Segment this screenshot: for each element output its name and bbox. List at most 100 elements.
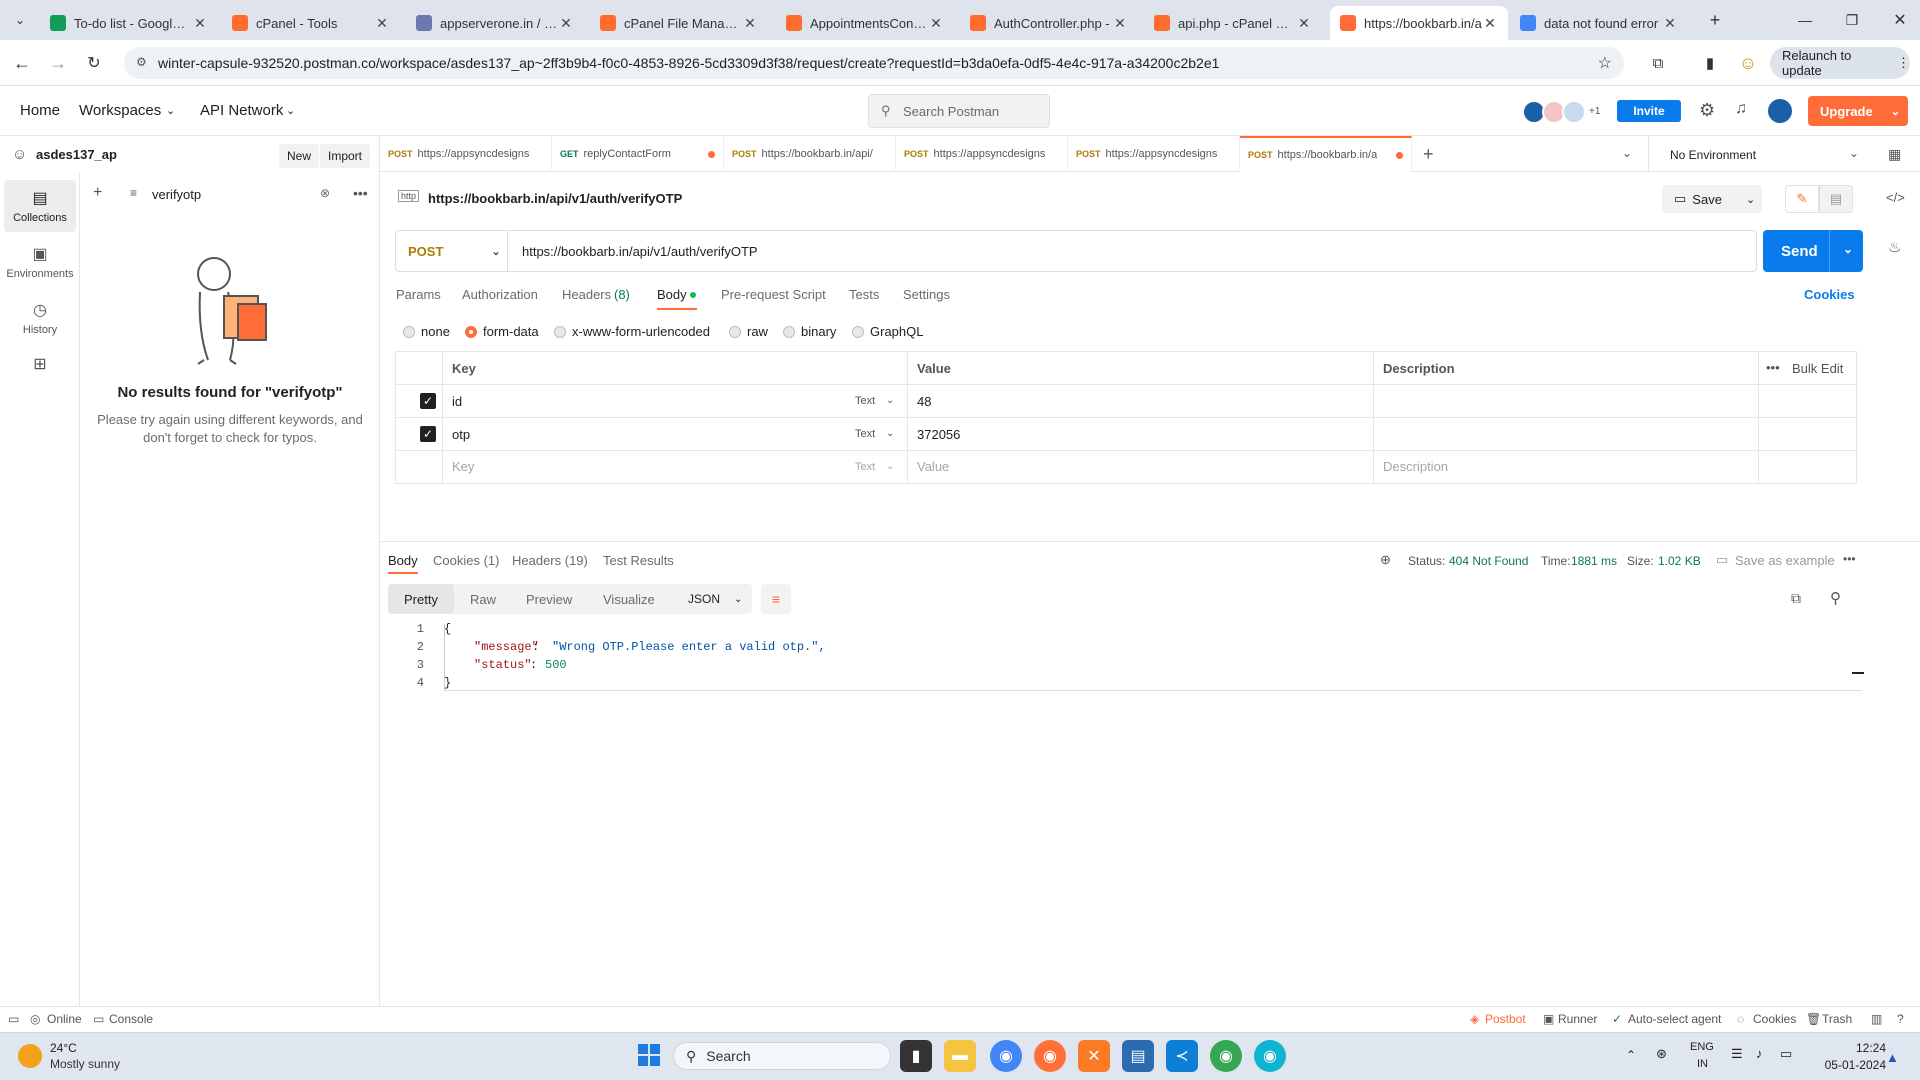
show-hidden-icons[interactable]: ⌃ bbox=[1626, 1048, 1636, 1062]
new-tab-icon[interactable]: + bbox=[1703, 8, 1727, 32]
search-postman-input[interactable]: ⚲ Search Postman bbox=[868, 94, 1050, 128]
filter-input[interactable]: verifyotp bbox=[152, 187, 201, 202]
clear-filter-icon[interactable]: ⊗ bbox=[320, 186, 330, 200]
code-icon[interactable]: </> bbox=[1886, 190, 1905, 205]
battery-icon[interactable]: ▭ bbox=[1780, 1046, 1792, 1062]
row-enabled-checkbox[interactable]: ✓ bbox=[420, 426, 436, 442]
online-status[interactable]: Online bbox=[47, 1012, 82, 1026]
taskbar-search-box[interactable]: ⚲ Search bbox=[673, 1042, 891, 1070]
row-value[interactable]: 372056 bbox=[917, 427, 960, 442]
format-select[interactable]: JSON ⌄ bbox=[677, 584, 752, 614]
workspace-name[interactable]: asdes137_ap bbox=[36, 147, 117, 162]
browser-tab[interactable]: cPanel - Tools ✕ bbox=[222, 6, 400, 40]
wrap-lines-icon[interactable]: ≡ bbox=[761, 584, 791, 614]
invite-button[interactable]: Invite bbox=[1617, 100, 1681, 122]
clock-date[interactable]: 05-01-2024 bbox=[1816, 1058, 1886, 1072]
url-omnibox[interactable]: ⚙ winter-capsule-932520.postman.co/works… bbox=[124, 47, 1624, 79]
notepad-icon[interactable]: ▤ bbox=[1122, 1040, 1154, 1072]
reload-icon[interactable]: ↻ bbox=[82, 51, 106, 75]
forward-icon[interactable]: → bbox=[46, 51, 70, 75]
nav-home[interactable]: Home bbox=[20, 102, 60, 119]
response-tab-headers[interactable]: Headers (19) bbox=[512, 553, 588, 568]
browser-tab[interactable]: https://bookbarb.in/a ✕ bbox=[1330, 6, 1508, 40]
extensions-icon[interactable]: ⧉ bbox=[1646, 51, 1670, 75]
console-button[interactable]: Console bbox=[109, 1012, 153, 1026]
wifi-icon[interactable]: ☰ bbox=[1731, 1046, 1743, 1062]
language-region[interactable]: IN bbox=[1697, 1058, 1708, 1070]
close-tab-icon[interactable]: ✕ bbox=[192, 15, 208, 32]
tab-authorization[interactable]: Authorization bbox=[462, 287, 538, 302]
tab-overflow-chevron-icon[interactable]: ⌄ bbox=[1622, 146, 1632, 160]
request-tab[interactable]: POST https://appsyncdesigns bbox=[1068, 136, 1240, 172]
new-request-tab-icon[interactable]: + bbox=[1423, 144, 1434, 165]
close-tab-icon[interactable]: ✕ bbox=[928, 15, 944, 32]
response-tab-cookies[interactable]: Cookies (1) bbox=[433, 553, 499, 568]
chrome-icon[interactable]: ◉ bbox=[990, 1040, 1022, 1072]
radio-raw[interactable]: raw bbox=[729, 324, 768, 339]
layout-icon[interactable]: ▥ bbox=[1871, 1012, 1882, 1026]
scrollbar-marker[interactable] bbox=[1852, 672, 1864, 674]
tab-body[interactable]: Body bbox=[657, 287, 687, 302]
task-view-icon[interactable]: ▮ bbox=[900, 1040, 932, 1072]
row-type-select[interactable]: Text bbox=[855, 395, 875, 407]
vscode-icon[interactable]: ≺ bbox=[1166, 1040, 1198, 1072]
new-button[interactable]: New bbox=[279, 144, 320, 168]
cookies-button[interactable]: Cookies bbox=[1753, 1012, 1796, 1026]
search-icon[interactable]: ⚲ bbox=[1830, 589, 1841, 607]
radio-none[interactable]: none bbox=[403, 324, 450, 339]
comments-icon[interactable]: ▤ bbox=[1819, 185, 1853, 213]
postbot-button[interactable]: Postbot bbox=[1485, 1012, 1526, 1026]
close-tab-icon[interactable]: ✕ bbox=[558, 15, 574, 32]
browser-tab[interactable]: appserverone.in / loc ✕ bbox=[406, 6, 584, 40]
new-type-select[interactable]: Text bbox=[855, 461, 875, 473]
network-tray-icon[interactable]: ⊛ bbox=[1656, 1046, 1667, 1062]
notification-bell-icon[interactable]: ♫ bbox=[1735, 100, 1747, 118]
view-visualize[interactable]: Visualize bbox=[603, 592, 655, 607]
weather-description[interactable]: Mostly sunny bbox=[50, 1057, 120, 1071]
browser-tab[interactable]: AuthController.php - ✕ bbox=[960, 6, 1138, 40]
request-tab[interactable]: GET replyContactForm bbox=[552, 136, 724, 172]
row-key[interactable]: otp bbox=[452, 427, 470, 442]
cookies-link[interactable]: Cookies bbox=[1804, 287, 1855, 302]
settings-gear-icon[interactable]: ⚙ bbox=[1699, 100, 1715, 121]
network-globe-icon[interactable]: ⊕ bbox=[1380, 552, 1391, 568]
avatar[interactable] bbox=[1562, 100, 1586, 124]
profile-emoji-icon[interactable]: ☺ bbox=[1736, 51, 1760, 75]
tab-settings[interactable]: Settings bbox=[903, 287, 950, 302]
send-button[interactable]: Send ⌄ bbox=[1763, 230, 1863, 272]
row-type-select[interactable]: Text bbox=[855, 428, 875, 440]
tab-headers[interactable]: Headers bbox=[562, 287, 611, 302]
close-tab-icon[interactable]: ✕ bbox=[1112, 15, 1128, 32]
row-value[interactable]: 48 bbox=[917, 394, 931, 409]
new-value-placeholder[interactable]: Value bbox=[917, 459, 949, 474]
import-button[interactable]: Import bbox=[320, 144, 371, 168]
tab-tests[interactable]: Tests bbox=[849, 287, 879, 302]
response-body-editor[interactable] bbox=[380, 620, 1862, 1000]
method-select[interactable]: POST ⌄ bbox=[396, 231, 508, 271]
upgrade-button[interactable]: Upgrade ⌄ bbox=[1808, 96, 1908, 126]
close-tab-icon[interactable]: ✕ bbox=[1482, 15, 1498, 32]
radio-urlencoded[interactable]: x-www-form-urlencoded bbox=[554, 324, 710, 339]
weather-temp[interactable]: 24°C bbox=[50, 1041, 77, 1055]
notification-icon[interactable]: ▲ bbox=[1886, 1050, 1899, 1065]
close-tab-icon[interactable]: ✕ bbox=[1296, 15, 1312, 32]
browser-tab[interactable]: AppointmentsContro ✕ bbox=[776, 6, 954, 40]
tab-search-icon[interactable]: ⌄ bbox=[8, 8, 32, 32]
maximize-icon[interactable]: ❐ bbox=[1840, 8, 1864, 32]
firefox-icon[interactable]: ◉ bbox=[1034, 1040, 1066, 1072]
nav-api-network[interactable]: API Network bbox=[200, 102, 283, 119]
view-raw[interactable]: Raw bbox=[470, 592, 496, 607]
close-window-icon[interactable]: ✕ bbox=[1888, 8, 1912, 32]
radio-binary[interactable]: binary bbox=[783, 324, 836, 339]
size-value[interactable]: 1.02 KB bbox=[1658, 554, 1701, 568]
save-as-example-button[interactable]: Save as example bbox=[1735, 553, 1835, 568]
toggle-sidebar-icon[interactable]: ▭ bbox=[8, 1012, 19, 1026]
view-preview[interactable]: Preview bbox=[526, 592, 572, 607]
view-pretty[interactable]: Pretty bbox=[404, 592, 438, 607]
nav-workspaces[interactable]: Workspaces bbox=[79, 102, 161, 119]
browser-tab[interactable]: api.php - cPanel File ✕ bbox=[1144, 6, 1322, 40]
request-tab[interactable]: POST https://bookbarb.in/api/ bbox=[724, 136, 896, 172]
add-collection-icon[interactable]: + bbox=[93, 184, 102, 202]
minimize-icon[interactable]: — bbox=[1793, 8, 1817, 32]
site-info-icon[interactable]: ⚙ bbox=[136, 55, 147, 69]
